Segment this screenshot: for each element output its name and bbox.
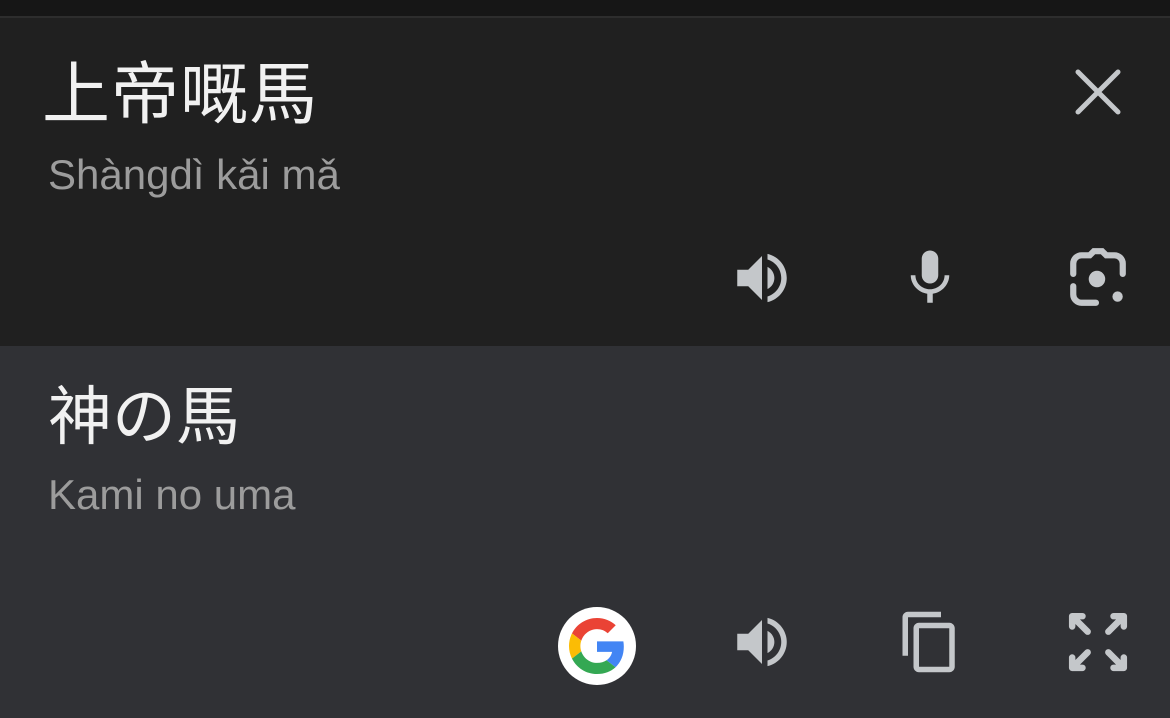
fullscreen-icon xyxy=(1068,612,1128,672)
microphone-button[interactable] xyxy=(892,240,968,316)
top-divider xyxy=(0,0,1170,18)
copy-icon xyxy=(902,611,955,673)
translation-transliteration: Kami no uma xyxy=(48,471,296,518)
source-transliteration: Shàngdì kǎi mǎ xyxy=(48,151,340,198)
speaker-icon xyxy=(737,617,787,667)
close-icon xyxy=(1075,69,1121,115)
close-button[interactable] xyxy=(1060,54,1136,130)
fullscreen-button[interactable] xyxy=(1060,604,1136,680)
microphone-icon xyxy=(910,250,950,303)
translate-app: 上帝嘅馬 Shàngdì kǎi mǎ 神の馬 Kami no uma xyxy=(0,0,1170,718)
camera-lens-icon xyxy=(1070,248,1126,306)
source-text[interactable]: 上帝嘅馬 xyxy=(42,56,318,136)
google-icon xyxy=(569,618,624,674)
camera-lens-button[interactable] xyxy=(1060,240,1136,316)
translation-text[interactable]: 神の馬 xyxy=(48,378,240,458)
source-panel: 上帝嘅馬 Shàngdì kǎi mǎ xyxy=(0,18,1170,346)
google-search-button[interactable] xyxy=(558,607,636,685)
speaker-icon xyxy=(737,253,787,303)
listen-source-button[interactable] xyxy=(724,240,800,316)
copy-button[interactable] xyxy=(892,604,968,680)
translation-panel: 神の馬 Kami no uma xyxy=(0,346,1170,718)
listen-translation-button[interactable] xyxy=(724,604,800,680)
